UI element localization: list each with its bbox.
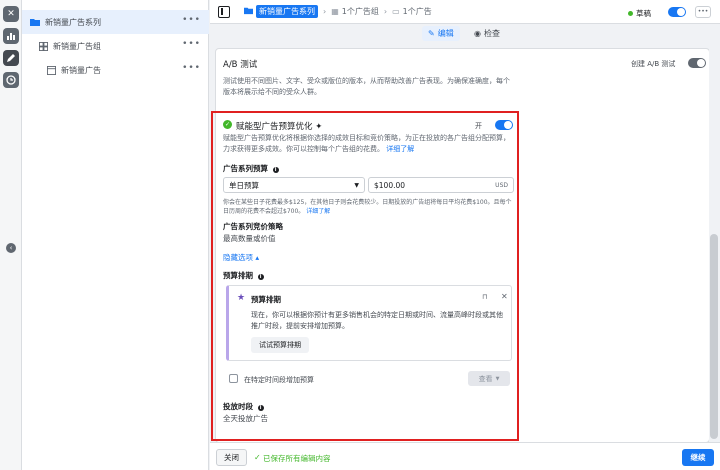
- schedule-checkbox-label: 在特定时间段增加预算: [244, 376, 314, 384]
- info-icon: i: [272, 167, 279, 173]
- close-button[interactable]: 关闭: [216, 449, 247, 466]
- active-toggle[interactable]: [668, 7, 686, 17]
- budget-amount-input[interactable]: $100.00 USD: [368, 177, 514, 193]
- view-button-label: 查看: [478, 374, 493, 383]
- scrollbar[interactable]: [709, 44, 720, 442]
- schedule-checkbox[interactable]: [229, 374, 238, 383]
- currency-label: USD: [495, 181, 508, 189]
- budget-schedule-card: ★ 预算排期 ⊓ ✕ 现在，你可以根据你预计有更多销售机会的特定日期或时间、流量…: [226, 285, 512, 361]
- delivery-value: 全天投放广告: [223, 414, 268, 423]
- footer-bar: 关闭 ✓ 已保存所有编辑内容 继续: [210, 442, 720, 470]
- budget-label: 广告系列预算 i: [223, 163, 279, 174]
- delivery-label: 投放时段 i: [223, 401, 264, 412]
- folder-icon: [30, 17, 40, 27]
- tree-item-adset[interactable]: 新销量广告组 •••: [22, 34, 209, 58]
- tree-item-campaign[interactable]: 新销量广告系列 •••: [22, 10, 209, 34]
- campaign-settings-card: A/B 测试 创建 A/B 测试 测试使用不同图片、文字、受众或版位的版本，从而…: [211, 48, 709, 442]
- close-icon[interactable]: ✕: [501, 292, 508, 301]
- edit-icon: ✎: [428, 29, 435, 38]
- budget-schedule-label: 预算排期 i: [223, 270, 264, 281]
- continue-button[interactable]: 继续: [682, 449, 714, 466]
- breadcrumb-ad[interactable]: 1个广告: [403, 6, 432, 17]
- status-dot-icon: [628, 11, 633, 16]
- mode-tabs: ✎ 编辑 ◉ 检查: [210, 24, 720, 44]
- budget-schedule-label-text: 预算排期: [223, 271, 253, 280]
- budget-schedule-card-title: 预算排期: [251, 295, 281, 304]
- budget-schedule-card-desc: 现在，你可以根据你预计有更多销售机会的特定日期或时间、流量高峰时段或其他推广时段…: [251, 311, 503, 330]
- saved-check-icon: ✓: [254, 453, 261, 462]
- saved-status: 已保存所有编辑内容: [263, 454, 331, 463]
- cbo-description: 赋能型广告预算优化将根据你选择的成效目标和竞价策略，为正在投放的各广告组分配预算…: [223, 133, 513, 155]
- budget-amount-value: $100.00: [374, 180, 406, 190]
- tree-item-ad[interactable]: 新销量广告 •••: [22, 58, 209, 82]
- cbo-title: 赋能型广告预算优化 ✦: [236, 122, 323, 132]
- breadcrumb-campaign[interactable]: 新销量广告系列: [256, 5, 318, 18]
- ad-icon: ▭: [392, 7, 400, 16]
- sidebar-toggle-icon[interactable]: [218, 5, 230, 18]
- budget-note-text: 你会在某些日子花费最多$125，在其他日子则会花费较少。日期投放的广告组将每日平…: [223, 199, 512, 215]
- tab-edit[interactable]: ✎ 编辑: [422, 26, 460, 41]
- info-icon: i: [257, 405, 264, 411]
- cbo-switch-label: 开: [475, 122, 482, 130]
- try-budget-schedule-button[interactable]: 试试预算排期: [251, 337, 309, 353]
- ab-test-description: 测试使用不同图片、文字、受众或版位的版本，从而帮助改善广告表现。为确保准确度，每…: [223, 77, 510, 96]
- tab-review-label: 检查: [483, 29, 500, 38]
- eye-icon: ◉: [474, 29, 481, 38]
- left-rail: ✕ ‹: [0, 0, 22, 470]
- status-badge: 草稿: [628, 8, 651, 19]
- more-icon[interactable]: •••: [182, 63, 201, 73]
- budget-type-select[interactable]: 单日预算 ▼: [223, 177, 365, 193]
- budget-note: 你会在某些日子花费最多$125，在其他日子则会花费较少。日期投放的广告组将每日平…: [223, 198, 513, 216]
- ad-icon: [46, 65, 56, 75]
- budget-type-value: 单日预算: [229, 180, 259, 190]
- info-icon: i: [257, 274, 264, 280]
- view-button: 查看 ▼: [468, 371, 510, 386]
- chevron-right-icon: ›: [383, 7, 388, 16]
- grid-icon: ▦: [331, 7, 339, 16]
- hide-options-link[interactable]: 隐藏选项 ▴: [223, 252, 259, 263]
- chevron-right-icon: ›: [323, 7, 327, 16]
- bid-strategy-label: 广告系列竞价策略: [223, 222, 283, 231]
- delivery-label-text: 投放时段: [223, 402, 253, 411]
- editor-panel: A/B 测试 创建 A/B 测试 测试使用不同图片、文字、受众或版位的版本，从而…: [210, 44, 709, 442]
- check-circle-icon: ✓: [223, 120, 232, 129]
- tab-review[interactable]: ◉ 检查: [468, 26, 506, 41]
- ab-test-toggle[interactable]: [688, 58, 706, 68]
- edit-icon[interactable]: [3, 50, 19, 66]
- bid-strategy-value: 最高数量或价值: [223, 234, 276, 243]
- top-bar: 新销量广告系列 › ▦ 1个广告组 › ▭ 1个广告 草稿 •••: [210, 0, 720, 24]
- collapse-icon[interactable]: ‹: [6, 243, 16, 253]
- cbo-toggle[interactable]: [495, 120, 513, 130]
- close-icon[interactable]: ✕: [3, 6, 19, 22]
- caret-down-icon: ▼: [354, 181, 359, 189]
- more-icon[interactable]: •••: [182, 39, 201, 49]
- scrollbar-thumb[interactable]: [710, 234, 718, 439]
- caret-down-icon: ▼: [495, 375, 500, 382]
- breadcrumb: 新销量广告系列 › ▦ 1个广告组 › ▭ 1个广告: [244, 5, 432, 18]
- breadcrumb-adset[interactable]: 1个广告组: [342, 6, 379, 17]
- ab-test-toggle-label: 创建 A/B 测试: [631, 60, 676, 68]
- tab-edit-label: 编辑: [437, 29, 454, 38]
- cbo-learn-more-link[interactable]: 详细了解: [386, 145, 414, 153]
- campaign-tree: 新销量广告系列 ••• 新销量广告组 ••• 新销量广告 •••: [22, 0, 209, 470]
- tree-ad-label: 新销量广告: [61, 65, 101, 75]
- bookmark-icon[interactable]: ⊓: [482, 293, 487, 301]
- folder-icon: [244, 6, 253, 17]
- budget-note-link[interactable]: 详细了解: [306, 208, 330, 215]
- status-label: 草稿: [636, 9, 651, 18]
- grid-icon: [38, 41, 48, 51]
- cbo-description-text: 赋能型广告预算优化将根据你选择的成效目标和竞价策略，为正在投放的各广告组分配预算…: [223, 134, 510, 153]
- chart-icon[interactable]: [3, 28, 19, 44]
- ab-test-title: A/B 测试: [223, 60, 258, 70]
- budget-label-text: 广告系列预算: [223, 164, 268, 173]
- clock-icon[interactable]: [3, 72, 19, 88]
- star-icon: ★: [237, 293, 246, 303]
- tree-adset-label: 新销量广告组: [53, 41, 101, 51]
- tree-campaign-label: 新销量广告系列: [45, 17, 101, 27]
- more-icon[interactable]: •••: [182, 15, 201, 25]
- more-icon[interactable]: •••: [695, 6, 711, 18]
